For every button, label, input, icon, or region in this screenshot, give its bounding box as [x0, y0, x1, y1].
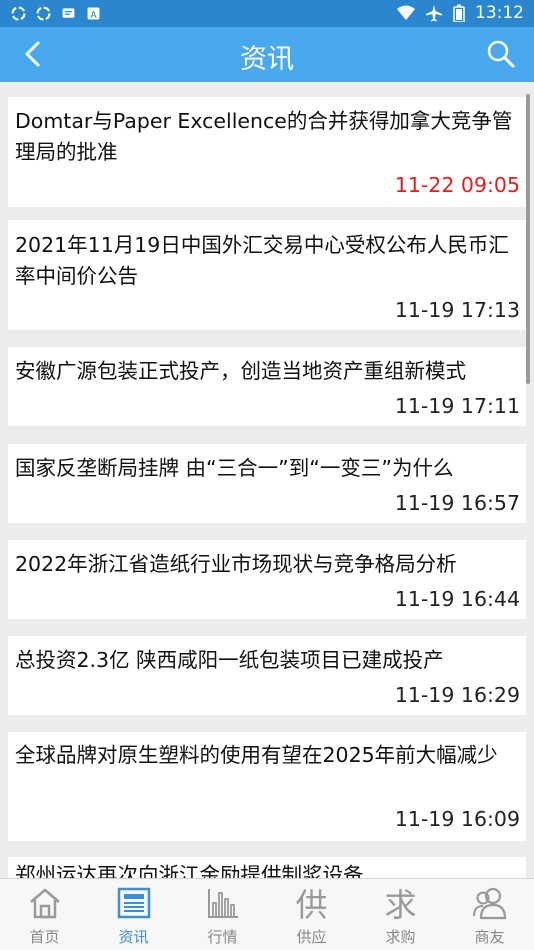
news-title: 国家反垄断局挂牌 由“三合一”到“一变三”为什么	[15, 456, 454, 480]
news-title: 安徽广源包装正式投产，创造当地资产重组新模式	[15, 359, 466, 383]
battery-icon	[453, 4, 465, 22]
home-icon	[26, 883, 64, 923]
sync-icon	[11, 6, 26, 21]
news-title: 2021年11月19日中国外汇交易中心受权公布人民币汇率中间价公告	[15, 233, 509, 288]
purchase-icon: 求	[384, 886, 417, 924]
bottom-tab-bar: 首页 资讯 行情 供 供应 求 求购 商友	[0, 878, 534, 950]
news-title: 全球品牌对原生塑料的使用有望在2025年前大幅减少	[15, 743, 498, 767]
svg-text:A: A	[90, 10, 97, 21]
airplane-icon	[426, 5, 442, 22]
news-item[interactable]: 2022年浙江省造纸行业市场现状与竞争格局分析 11-19 16:44	[8, 540, 526, 619]
tab-supply[interactable]: 供 供应	[267, 879, 356, 950]
status-bar: A 13:12	[0, 0, 534, 27]
news-item[interactable]: 总投资2.3亿 陕西咸阳一纸包装项目已建成投产 11-19 16:29	[8, 636, 526, 715]
wifi-icon	[397, 5, 415, 20]
news-item[interactable]: 全球品牌对原生塑料的使用有望在2025年前大幅减少 11-19 16:09	[8, 732, 526, 841]
news-item[interactable]: Domtar与Paper Excellence的合并获得加拿大竞争管理局的批准 …	[8, 97, 526, 207]
tab-label: 资讯	[118, 928, 149, 946]
news-title: 2022年浙江省造纸行业市场现状与竞争格局分析	[15, 552, 457, 576]
news-item[interactable]: 安徽广源包装正式投产，创造当地资产重组新模式 11-19 17:11	[8, 347, 526, 426]
clock: 13:12	[475, 3, 524, 23]
friends-icon	[471, 883, 509, 923]
news-time: 11-19 16:44	[394, 587, 520, 611]
sync-icon	[36, 6, 51, 21]
tab-label: 求购	[385, 928, 416, 946]
news-title: 总投资2.3亿 陕西咸阳一纸包装项目已建成投产	[15, 648, 444, 672]
scrollbar[interactable]	[526, 94, 530, 384]
news-time: 11-19 16:57	[394, 491, 520, 515]
message-icon	[62, 8, 75, 18]
news-item[interactable]: 2021年11月19日中国外汇交易中心受权公布人民币汇率中间价公告 11-19 …	[8, 220, 526, 330]
news-title: 郑州运达再次向浙江金励提供制浆设备	[15, 863, 364, 878]
news-time: 11-19 17:11	[394, 394, 520, 418]
tab-news[interactable]: 资讯	[89, 879, 178, 950]
tab-label: 行情	[207, 928, 238, 946]
news-item[interactable]: 郑州运达再次向浙江金励提供制浆设备	[8, 857, 526, 878]
tab-friends[interactable]: 商友	[445, 879, 534, 950]
chart-icon	[204, 883, 242, 923]
news-time: 11-22 09:05	[394, 173, 520, 197]
tab-market[interactable]: 行情	[178, 879, 267, 950]
app-a-icon: A	[87, 7, 100, 21]
page-title: 资讯	[240, 44, 294, 75]
search-icon[interactable]	[486, 39, 516, 69]
news-list: Domtar与Paper Excellence的合并获得加拿大竞争管理局的批准 …	[0, 82, 534, 878]
app-bar: 资讯	[0, 27, 534, 82]
tab-label: 供应	[296, 928, 327, 946]
news-item[interactable]: 国家反垄断局挂牌 由“三合一”到“一变三”为什么 11-19 16:57	[8, 444, 526, 523]
tab-home[interactable]: 首页	[0, 879, 89, 950]
news-title: Domtar与Paper Excellence的合并获得加拿大竞争管理局的批准	[15, 109, 513, 164]
tab-label: 商友	[474, 928, 505, 946]
tab-label: 首页	[29, 928, 60, 946]
news-icon	[115, 883, 153, 923]
news-time: 11-19 16:09	[394, 807, 520, 831]
news-time: 11-19 16:29	[394, 683, 520, 707]
news-time: 11-19 17:13	[394, 298, 520, 322]
supply-icon: 供	[295, 886, 328, 924]
tab-purchase[interactable]: 求 求购	[356, 879, 445, 950]
